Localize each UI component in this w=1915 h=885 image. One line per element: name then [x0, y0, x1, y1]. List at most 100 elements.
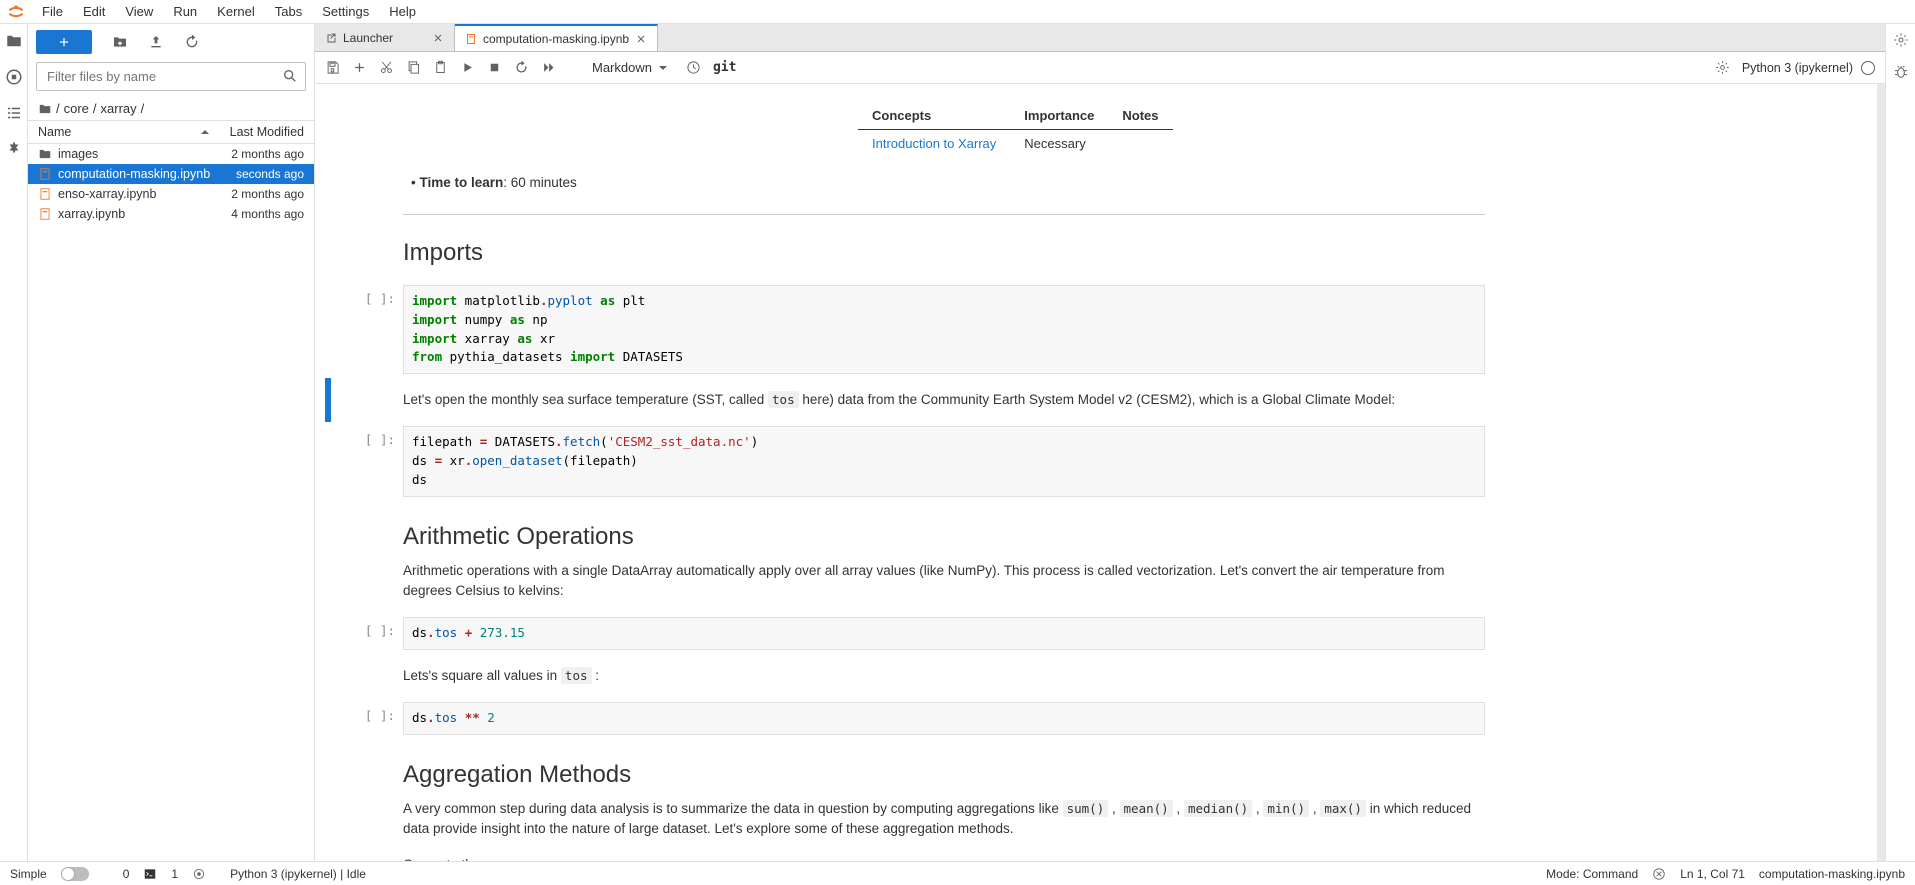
prereq-link[interactable]: Introduction to Xarray: [872, 136, 996, 151]
menu-view[interactable]: View: [115, 2, 163, 21]
file-browser-toolbar: [28, 24, 314, 60]
file-row[interactable]: enso-xarray.ipynb2 months ago: [28, 184, 314, 204]
save-icon[interactable]: [325, 60, 340, 75]
tab-label: Launcher: [343, 31, 393, 45]
extensions-icon[interactable]: [5, 140, 23, 158]
menu-run[interactable]: Run: [163, 2, 207, 21]
notebook-scroll[interactable]: ConceptsImportanceNotes Introduction to …: [315, 84, 1885, 861]
restart-run-icon[interactable]: [541, 60, 556, 75]
menu-edit[interactable]: Edit: [73, 2, 115, 21]
menu-file[interactable]: File: [32, 2, 73, 21]
code-input[interactable]: ds.tos + 273.15: [403, 617, 1485, 650]
status-bar: Simple 0 1 Python 3 (ipykernel) | Idle M…: [0, 861, 1915, 885]
toc-icon[interactable]: [5, 104, 23, 122]
file-modified: seconds ago: [236, 167, 304, 181]
status-kernel[interactable]: Python 3 (ipykernel) | Idle: [230, 867, 366, 881]
tab-computation-masking-ipynb[interactable]: computation-masking.ipynb: [455, 24, 658, 51]
terminal-icon[interactable]: [143, 867, 157, 881]
prompt: [ ]:: [337, 426, 403, 496]
col-modified-label: Last Modified: [230, 125, 304, 139]
file-list-header[interactable]: Name Last Modified: [28, 121, 314, 144]
property-inspector-icon[interactable]: [1893, 32, 1909, 48]
filter-files-input[interactable]: [36, 62, 306, 91]
refresh-icon[interactable]: [184, 34, 200, 50]
tab-label: computation-masking.ipynb: [483, 32, 629, 46]
left-sidebar-rail: [0, 24, 28, 861]
menu-settings[interactable]: Settings: [312, 2, 379, 21]
code-input[interactable]: ds.tos ** 2: [403, 702, 1485, 735]
notebook-icon: [38, 207, 52, 221]
menubar: FileEditViewRunKernelTabsSettingsHelp: [0, 0, 1915, 24]
status-file: computation-masking.ipynb: [1759, 867, 1905, 881]
run-icon[interactable]: [460, 60, 475, 75]
restart-icon[interactable]: [514, 60, 529, 75]
upload-icon[interactable]: [148, 34, 164, 50]
breadcrumb-sep: /: [141, 101, 145, 116]
copy-icon[interactable]: [406, 60, 421, 75]
settings-gear-icon[interactable]: [1715, 60, 1730, 75]
kernel-name-label: Python 3 (ipykernel): [1742, 61, 1853, 75]
file-row[interactable]: xarray.ipynb4 months ago: [28, 204, 314, 224]
time-label: Time to learn: [419, 175, 503, 190]
prompt: [ ]:: [337, 702, 403, 735]
right-sidebar-rail: [1885, 24, 1915, 861]
code-cell[interactable]: [ ]:ds.tos ** 2: [325, 702, 1485, 735]
paste-icon[interactable]: [433, 60, 448, 75]
file-name: computation-masking.ipynb: [58, 167, 236, 181]
code-cell[interactable]: [ ]:filepath = DATASETS.fetch('CESM2_sst…: [325, 426, 1485, 496]
new-launcher-button[interactable]: [36, 30, 92, 54]
breadcrumb-item[interactable]: core: [64, 101, 89, 116]
time-value: : 60 minutes: [503, 175, 577, 190]
new-folder-icon[interactable]: [112, 34, 128, 50]
code-input[interactable]: import matplotlib.pyplot as plt import n…: [403, 285, 1485, 374]
file-list: images2 months agocomputation-masking.ip…: [28, 144, 314, 861]
inline-code: tos: [768, 391, 799, 408]
file-name: enso-xarray.ipynb: [58, 187, 231, 201]
file-name: xarray.ipynb: [58, 207, 231, 221]
kernel-sessions-icon[interactable]: [192, 867, 206, 881]
prompt: [ ]:: [337, 617, 403, 650]
sort-caret-icon: [200, 127, 210, 137]
cut-icon[interactable]: [379, 60, 394, 75]
file-modified: 4 months ago: [231, 207, 304, 221]
simple-mode-toggle[interactable]: [61, 867, 89, 881]
file-modified: 2 months ago: [231, 187, 304, 201]
running-icon[interactable]: [5, 68, 23, 86]
folder-icon: [38, 147, 52, 161]
tab-launcher[interactable]: Launcher: [315, 24, 455, 51]
close-icon[interactable]: [635, 33, 647, 45]
status-count: 1: [171, 867, 178, 881]
launcher-icon: [325, 32, 337, 44]
prereq-importance: Necessary: [1010, 130, 1108, 158]
menu-help[interactable]: Help: [379, 2, 426, 21]
prompt: [ ]:: [337, 285, 403, 374]
git-button[interactable]: git: [713, 60, 736, 75]
add-cell-icon[interactable]: [352, 60, 367, 75]
heading-arithmetic: Arithmetic Operations: [403, 523, 1485, 551]
menu-tabs[interactable]: Tabs: [265, 2, 312, 21]
status-mode: Mode: Command: [1546, 867, 1638, 881]
heading-imports: Imports: [403, 239, 1485, 267]
notebook-trust-icon[interactable]: [1652, 867, 1666, 881]
breadcrumb[interactable]: / core / xarray /: [28, 97, 314, 121]
notebook-icon: [38, 167, 52, 181]
file-row[interactable]: images2 months ago: [28, 144, 314, 164]
breadcrumb-item[interactable]: xarray: [101, 101, 137, 116]
th-concepts: Concepts: [858, 102, 1010, 130]
cell-type-dropdown[interactable]: Markdown: [586, 58, 674, 77]
stop-icon[interactable]: [487, 60, 502, 75]
file-row[interactable]: computation-masking.ipynbseconds ago: [28, 164, 314, 184]
folder-icon[interactable]: [5, 32, 23, 50]
clock-icon[interactable]: [686, 60, 701, 75]
menu-kernel[interactable]: Kernel: [207, 2, 265, 21]
markdown-cell[interactable]: Let's open the monthly sea surface tempe…: [325, 378, 1485, 422]
code-cell[interactable]: [ ]:import matplotlib.pyplot as plt impo…: [325, 285, 1485, 374]
kernel-indicator[interactable]: Python 3 (ipykernel): [1742, 61, 1875, 75]
debugger-icon[interactable]: [1893, 64, 1909, 80]
code-cell[interactable]: [ ]:ds.tos + 273.15: [325, 617, 1485, 650]
md-text: A very common step during data analysis …: [403, 799, 1485, 840]
code-input[interactable]: filepath = DATASETS.fetch('CESM2_sst_dat…: [403, 426, 1485, 496]
divider: [403, 214, 1485, 215]
close-icon[interactable]: [432, 32, 444, 44]
th-notes: Notes: [1108, 102, 1172, 130]
